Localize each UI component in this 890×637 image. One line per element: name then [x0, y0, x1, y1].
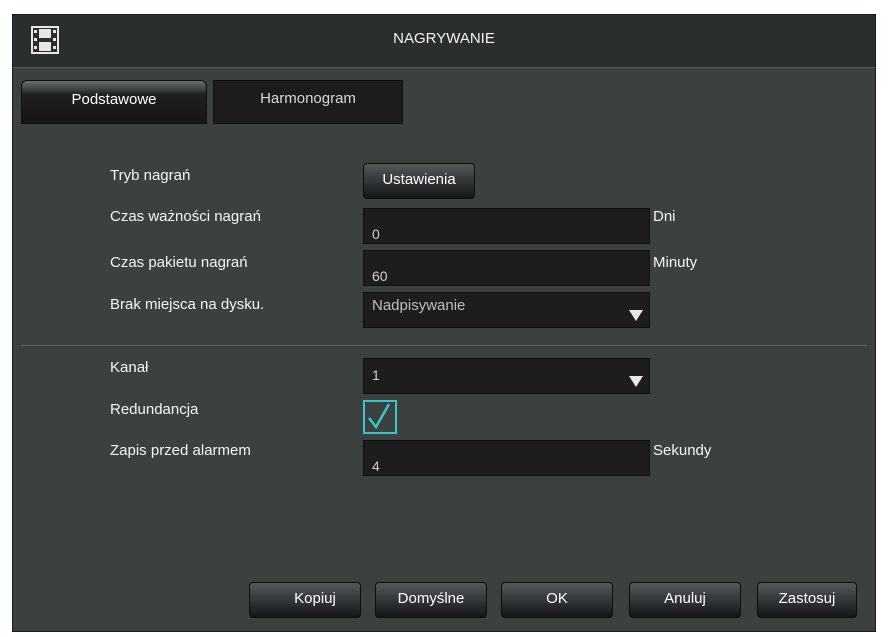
window-title: NAGRYWANIE	[393, 30, 495, 47]
tab-basic[interactable]: Podstawowe	[21, 80, 207, 124]
title-bar: NAGRYWANIE	[13, 15, 875, 68]
package-time-label: Czas pakietu nagrań	[110, 254, 248, 271]
package-time-input[interactable]: 60	[363, 250, 650, 286]
cancel-button[interactable]: Anuluj	[629, 582, 741, 618]
package-time-unit: Minuty	[653, 254, 698, 271]
disk-full-select[interactable]: Nadpisywanie	[363, 292, 650, 328]
pre-record-unit: Sekundy	[653, 442, 712, 459]
channel-value: 1	[372, 367, 380, 383]
record-mode-settings-button-label: Ustawienia	[382, 171, 456, 188]
pre-record-label: Zapis przed alarmem	[110, 442, 251, 459]
disk-full-label: Brak miejsca na dysku.	[110, 296, 265, 313]
channel-select[interactable]: 1	[363, 358, 650, 394]
chevron-down-icon	[629, 376, 643, 387]
channel-label: Kanał	[110, 359, 149, 376]
package-time-value: 60	[372, 268, 388, 284]
redundancy-label: Redundancja	[110, 401, 199, 418]
record-mode-settings-button[interactable]: Ustawienia	[363, 163, 475, 199]
retention-unit: Dni	[653, 208, 676, 225]
section-divider	[21, 345, 867, 346]
defaults-button-label: Domyślne	[397, 590, 465, 607]
chevron-down-icon	[629, 310, 643, 321]
ok-button-label: OK	[546, 590, 568, 607]
disk-full-value: Nadpisywanie	[372, 297, 466, 314]
redundancy-checkbox[interactable]	[363, 400, 397, 434]
checkmark-icon	[368, 403, 391, 430]
retention-value: 0	[372, 226, 380, 242]
pre-record-input[interactable]: 4	[363, 440, 650, 476]
retention-label: Czas ważności nagrań	[110, 208, 261, 225]
copy-button[interactable]: Kopiuj	[249, 582, 361, 618]
record-mode-label: Tryb nagrań	[110, 167, 191, 184]
recording-settings-window: NAGRYWANIE Podstawowe Harmonogram Tryb n…	[12, 14, 876, 632]
tab-schedule-label: Harmonogram	[260, 90, 356, 107]
retention-input[interactable]: 0	[363, 208, 650, 244]
ok-button[interactable]: OK	[501, 582, 613, 618]
cancel-button-label: Anuluj	[664, 590, 706, 607]
apply-button-label: Zastosuj	[778, 590, 836, 607]
copy-button-label: Kopiuj	[294, 590, 336, 607]
defaults-button[interactable]: Domyślne	[375, 582, 487, 618]
tab-basic-label: Podstawowe	[71, 91, 157, 108]
apply-button[interactable]: Zastosuj	[757, 582, 857, 618]
pre-record-value: 4	[372, 458, 380, 474]
tab-schedule[interactable]: Harmonogram	[213, 80, 403, 124]
